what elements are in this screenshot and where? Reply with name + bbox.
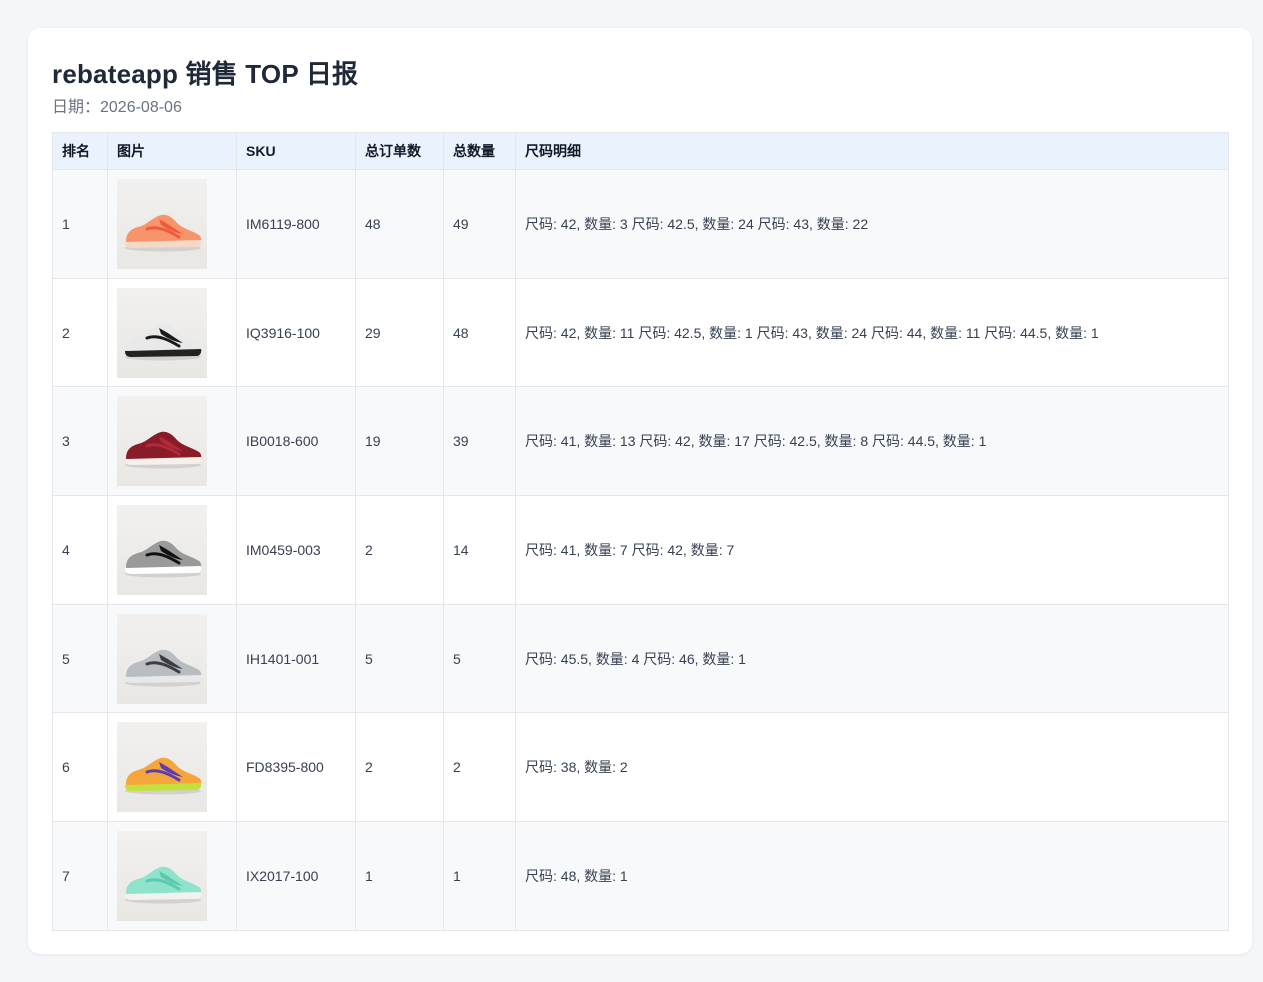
cell-qty: 1 xyxy=(443,821,516,931)
cell-qty: 39 xyxy=(443,386,516,497)
cell-orders: 29 xyxy=(355,277,444,388)
table-header-row: 排名 图片 SKU 总订单数 总数量 尺码明细 xyxy=(52,132,1229,170)
cell-rank: 7 xyxy=(52,821,108,931)
col-header-sizes[interactable]: 尺码明细 xyxy=(515,132,1229,170)
page-title: rebateapp 销售 TOP 日报 xyxy=(52,59,359,89)
cell-qty: 49 xyxy=(443,169,516,279)
cell-sizes: 尺码: 38, 数量: 2 xyxy=(515,712,1229,823)
cell-orders: 19 xyxy=(355,386,444,497)
sneaker-burgundy-icon[interactable] xyxy=(117,396,207,487)
cell-rank: 4 xyxy=(52,495,108,605)
cell-orders: 2 xyxy=(355,712,444,823)
table-row[interactable]: 5 IH1401-001 5 5 尺码: 45.5, 数量: 4 尺码: 46, 数量… xyxy=(52,603,1229,714)
sneaker-white-black-icon[interactable] xyxy=(117,287,207,378)
cell-sizes: 尺码: 41, 数量: 13 尺码: 42, 数量: 17 尺码: 42.5, … xyxy=(515,386,1229,497)
cell-orders: 1 xyxy=(355,821,444,931)
sneaker-grey-icon[interactable] xyxy=(117,613,207,704)
cell-image xyxy=(107,277,237,388)
table-row[interactable]: 1 IM6119-800 48 49 尺码: 42, 数量: 3 尺码: 42.5, … xyxy=(52,169,1229,279)
cell-sku: FD8395-800 xyxy=(236,712,356,823)
col-header-orders[interactable]: 总订单数 xyxy=(355,132,444,170)
col-header-qty[interactable]: 总数量 xyxy=(443,132,516,170)
cell-qty: 14 xyxy=(443,495,516,605)
cell-sku: IH1401-001 xyxy=(236,603,356,714)
cell-rank: 3 xyxy=(52,386,108,497)
cell-qty: 5 xyxy=(443,603,516,714)
sneaker-black-grey-icon[interactable] xyxy=(117,504,207,595)
cell-rank: 2 xyxy=(52,277,108,388)
cell-rank: 5 xyxy=(52,603,108,714)
col-header-image[interactable]: 图片 xyxy=(107,132,237,170)
cell-orders: 48 xyxy=(355,169,444,279)
cell-sizes: 尺码: 48, 数量: 1 xyxy=(515,821,1229,931)
report-card: rebateapp 销售 TOP 日报 日期：2026-08-06 排名 图片 … xyxy=(28,28,1252,954)
spike-orange-purple-icon[interactable] xyxy=(117,722,207,813)
cell-sizes: 尺码: 42, 数量: 3 尺码: 42.5, 数量: 24 尺码: 43, 数… xyxy=(515,169,1229,279)
cell-rank: 1 xyxy=(52,169,108,279)
cell-rank: 6 xyxy=(52,712,108,823)
cell-sku: IM0459-003 xyxy=(236,495,356,605)
cell-orders: 5 xyxy=(355,603,444,714)
cell-orders: 2 xyxy=(355,495,444,605)
cell-sku: IB0018-600 xyxy=(236,386,356,497)
cell-image xyxy=(107,386,237,497)
cell-image xyxy=(107,712,237,823)
cell-sizes: 尺码: 42, 数量: 11 尺码: 42.5, 数量: 1 尺码: 43, 数… xyxy=(515,277,1229,388)
table-row[interactable]: 6 FD8395-800 2 2 尺码: 38, 数量: 2 xyxy=(52,712,1229,823)
table-row[interactable]: 4 IM0459-003 2 14 尺码: 41, 数量: 7 尺码: 42, 数量:… xyxy=(52,495,1229,605)
report-date: 日期：2026-08-06 xyxy=(52,99,182,116)
cell-image xyxy=(107,495,237,605)
cell-sizes: 尺码: 45.5, 数量: 4 尺码: 46, 数量: 1 xyxy=(515,603,1229,714)
cell-sku: IQ3916-100 xyxy=(236,277,356,388)
cell-sku: IM6119-800 xyxy=(236,169,356,279)
col-header-rank[interactable]: 排名 xyxy=(52,132,108,170)
table-row[interactable]: 3 IB0018-600 19 39 尺码: 41, 数量: 13 尺码: 42, 数… xyxy=(52,386,1229,497)
sales-table: 排名 图片 SKU 总订单数 总数量 尺码明细 1 IM6119-800 48 49… xyxy=(52,132,1229,931)
col-header-sku[interactable]: SKU xyxy=(236,132,356,170)
cell-sku: IX2017-100 xyxy=(236,821,356,931)
cell-sizes: 尺码: 41, 数量: 7 尺码: 42, 数量: 7 xyxy=(515,495,1229,605)
cell-image xyxy=(107,603,237,714)
table-row[interactable]: 2 IQ3916-100 29 48 尺码: 42, 数量: 11 尺码: 42.5,… xyxy=(52,277,1229,388)
cell-image xyxy=(107,821,237,931)
cell-qty: 2 xyxy=(443,712,516,823)
cell-image xyxy=(107,169,237,279)
cell-qty: 48 xyxy=(443,277,516,388)
sneaker-mint-icon[interactable] xyxy=(117,830,207,921)
table-row[interactable]: 7 IX2017-100 1 1 尺码: 48, 数量: 1 xyxy=(52,821,1229,931)
sneaker-orange-icon[interactable] xyxy=(117,178,207,269)
